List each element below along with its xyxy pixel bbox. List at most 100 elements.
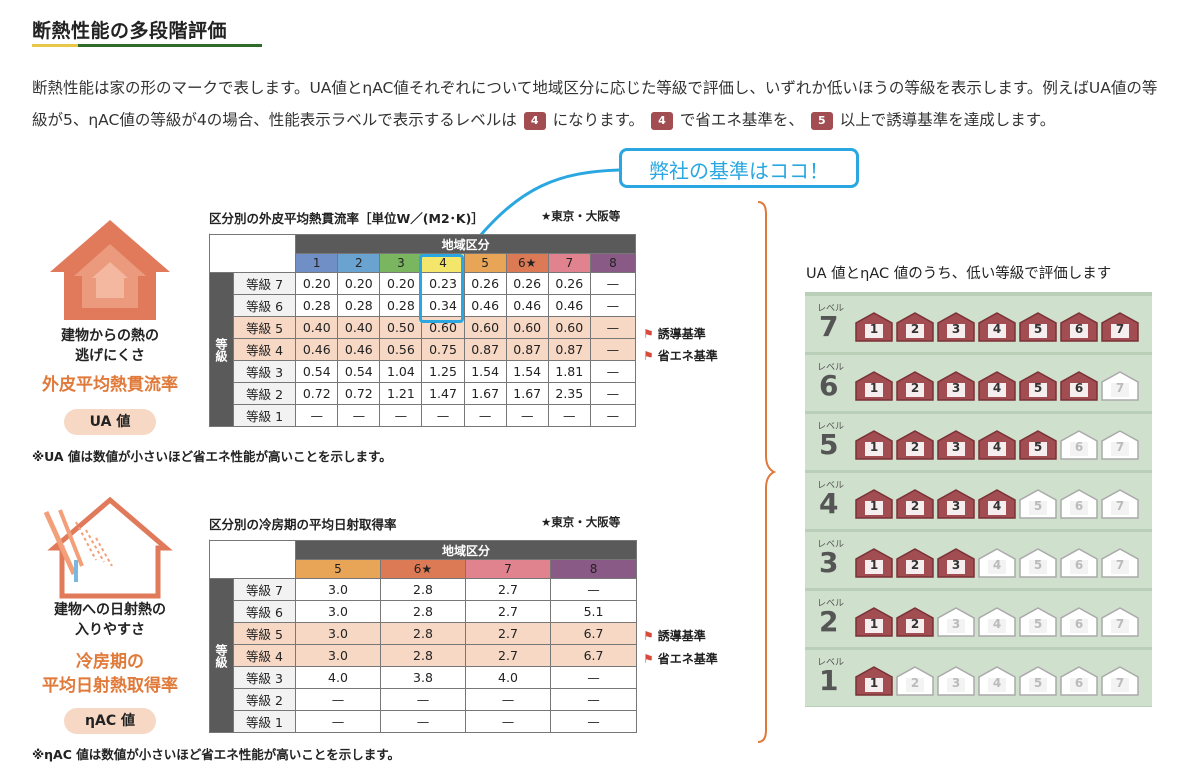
- level-house-icon: 5: [1019, 430, 1057, 460]
- level-row: レベル 2 1 2 3 4 5 6 7: [805, 591, 1152, 647]
- ua-value-cell: —: [589, 360, 637, 383]
- house-number: 4: [992, 558, 1002, 572]
- level-row: レベル 6 1 2 3 4 5 6 7: [805, 355, 1152, 411]
- level-number: 5: [819, 428, 839, 461]
- ua-region-cell: 8: [589, 253, 637, 273]
- house-number: 3: [951, 617, 961, 631]
- ua-value-cell: 0.28: [337, 294, 381, 317]
- level-house-icon: 1: [855, 430, 893, 460]
- house-number: 4: [992, 322, 1002, 336]
- level-house-icon: 7: [1101, 666, 1139, 696]
- level-house-icon: 2: [896, 548, 934, 578]
- house-number: 2: [910, 322, 920, 336]
- eta-grade-cell: 等級 3: [233, 666, 296, 689]
- level-number: 6: [819, 369, 839, 402]
- eta-table-row: 等級 3 4.0 3.8 4.0—: [210, 666, 638, 689]
- ua-value-cell: 0.26: [505, 272, 549, 295]
- eta-value-cell: —: [549, 688, 638, 711]
- house-number: 7: [1115, 676, 1125, 690]
- ua-value-cell: —: [295, 404, 339, 427]
- eta-pill: ηAC 値: [64, 708, 156, 734]
- ua-region-header: 地域区分: [295, 234, 636, 254]
- house-number: 7: [1115, 440, 1125, 454]
- eta-grade-cell: 等級 1: [233, 710, 296, 733]
- level-row: レベル 7 1 2 3 4 5 6 7: [805, 296, 1152, 352]
- ua-value-cell: 0.46: [505, 294, 549, 317]
- ua-value-cell: 0.20: [337, 272, 381, 295]
- house-number: 4: [992, 676, 1002, 690]
- ua-value-cell: —: [505, 404, 549, 427]
- ua-value-cell: 0.26: [547, 272, 591, 295]
- house-number: 2: [910, 381, 920, 395]
- eta-table-row: 等級 等級 7 3.0 2.8 2.7—: [209, 578, 638, 733]
- ua-value-cell: 0.46: [463, 294, 507, 317]
- ua-value-cell: 0.28: [295, 294, 339, 317]
- ua-value-cell: 0.46: [295, 338, 339, 361]
- title-underline: [32, 44, 262, 47]
- house-number: 7: [1115, 499, 1125, 513]
- ua-region-cell: 2: [337, 253, 381, 273]
- ua-value-cell: 1.67: [463, 382, 507, 405]
- level-house-icon: 2: [896, 666, 934, 696]
- house-number: 6: [1074, 499, 1084, 513]
- eta-value-cell: 5.1: [549, 600, 638, 623]
- eta-table-row: 等級 2— — — —: [210, 688, 638, 711]
- eta-table-note: ★東京・大阪等: [541, 515, 621, 529]
- ua-value-cell: 0.40: [337, 316, 381, 339]
- level-house-icon: 4: [978, 312, 1016, 342]
- house-number: 2: [910, 558, 920, 572]
- level-house-icon: 7: [1101, 371, 1139, 401]
- ua-value-cell: 1.04: [379, 360, 423, 383]
- ua-value-cell: 1.54: [505, 360, 549, 383]
- level-house-icon: 6: [1060, 548, 1098, 578]
- eta-value-cell: 2.7: [465, 622, 551, 645]
- level-house-icon: 3: [937, 371, 975, 401]
- ua-value-cell: 0.56: [379, 338, 423, 361]
- eta-value-cell: 3.0: [295, 578, 381, 601]
- eta-value-cell: 2.8: [380, 600, 466, 623]
- eta-value-cell: 2.7: [465, 644, 551, 667]
- ua-value-cell: —: [337, 404, 381, 427]
- eta-grade-cell: 等級 2: [233, 688, 296, 711]
- eta-value-cell: 3.0: [295, 622, 381, 645]
- house-number: 1: [869, 676, 879, 690]
- eta-side-label: 等級: [209, 578, 234, 733]
- eta-value-cell: 2.8: [380, 644, 466, 667]
- house-number: 4: [992, 381, 1002, 395]
- ua-value-cell: —: [589, 338, 637, 361]
- level-house-icon: 4: [978, 666, 1016, 696]
- eta-value-cell: 2.7: [465, 600, 551, 623]
- level-house-icon: 2: [896, 430, 934, 460]
- eta-value-cell: 3.0: [295, 600, 381, 623]
- ua-value-cell: 0.28: [379, 294, 423, 317]
- eta-value-cell: 2.8: [380, 578, 466, 601]
- ua-value-cell: 1.67: [505, 382, 549, 405]
- level-chart-title: UA 値とηAC 値のうち、低い等級で評価します: [806, 266, 1112, 282]
- house-number: 7: [1115, 381, 1125, 395]
- eta-region-header: 地域区分: [294, 540, 638, 560]
- eta-region-cell: 6★: [380, 559, 466, 579]
- ua-value-cell: 1.81: [547, 360, 591, 383]
- eta-grade-cell: 等級 5: [233, 622, 296, 645]
- ua-value-cell: 0.60: [505, 316, 549, 339]
- eta-value-cell: 6.7: [549, 622, 638, 645]
- level-number: 1: [819, 664, 839, 697]
- eta-value-cell: —: [549, 666, 638, 689]
- eta-value-cell: —: [380, 710, 466, 733]
- level-house-icon: 2: [896, 312, 934, 342]
- para-text-4: 以上で誘導基準を達成します。: [839, 111, 1056, 129]
- eta-value-cell: 2.8: [380, 622, 466, 645]
- ua-value-cell: —: [589, 294, 637, 317]
- ua-value-cell: —: [379, 404, 423, 427]
- eta-value-cell: —: [295, 710, 381, 733]
- ua-value-cell: 1.47: [421, 382, 465, 405]
- level-house-icon: 1: [855, 312, 893, 342]
- level-house-icon: 5: [1019, 548, 1057, 578]
- ua-grade-cell: 等級 6: [233, 294, 297, 317]
- ua-icon-label: 建物からの熱の 逃げにくさ: [61, 328, 159, 364]
- house-number: 2: [910, 676, 920, 690]
- house-number: 3: [951, 558, 961, 572]
- ua-region-cell: 5: [463, 253, 507, 273]
- house-number: 3: [951, 440, 961, 454]
- ua-value-cell: 0.72: [295, 382, 339, 405]
